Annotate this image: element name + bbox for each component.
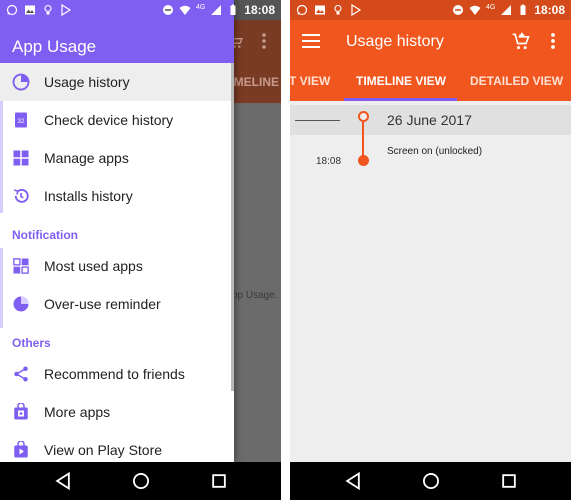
drawer-title: App Usage xyxy=(12,37,97,56)
recents-icon[interactable] xyxy=(209,471,229,491)
right-phone-screen: 4G 18:08 Usage history T VIEW TIMELINE V… xyxy=(290,0,571,500)
drawer-item-more-apps[interactable]: More apps xyxy=(0,393,231,431)
lightbulb-icon xyxy=(334,4,342,15)
app-notification-icon xyxy=(61,4,72,16)
drawer-item-usage-history[interactable]: Usage history xyxy=(0,63,231,101)
drawer-item-label: Manage apps xyxy=(44,150,129,166)
section-header-others: Others xyxy=(12,336,51,350)
share-icon xyxy=(14,366,28,382)
drawer-scrollbar[interactable] xyxy=(231,63,234,391)
event-label[interactable]: Screen on (unlocked) xyxy=(387,146,482,157)
more-vertical-icon xyxy=(262,33,266,49)
battery-icon xyxy=(230,4,236,15)
drawer-item-label: Installs history xyxy=(44,188,133,204)
drawer-item-label: Recommend to friends xyxy=(44,366,185,382)
drawer-item-installs-history[interactable]: Installs history xyxy=(0,177,231,215)
section-header-notification: Notification xyxy=(12,228,78,242)
home-icon[interactable] xyxy=(421,471,441,491)
back-icon[interactable] xyxy=(53,471,73,491)
calendar-icon: 32 xyxy=(15,112,27,128)
timeline: 26 June 2017 18:08 Screen on (unlocked) xyxy=(290,101,571,462)
drawer-item-label: Check device history xyxy=(44,112,174,128)
drawer-item-manage-apps[interactable]: Manage apps xyxy=(0,139,231,177)
signal-icon xyxy=(501,5,512,15)
dashboard-icon xyxy=(13,258,29,274)
network-type: 4G xyxy=(195,4,206,11)
whatsapp-icon xyxy=(6,4,18,16)
tab-summary-view[interactable]: T VIEW xyxy=(290,74,330,88)
timeline-date-row: 26 June 2017 xyxy=(290,105,571,135)
drawer-item-recommend-to-friends[interactable]: Recommend to friends xyxy=(0,355,231,393)
wifi-icon xyxy=(179,5,191,15)
do-not-disturb-icon xyxy=(162,5,173,15)
home-icon[interactable] xyxy=(131,471,151,491)
status-time: 18:08 xyxy=(534,3,565,17)
tab-timeline-view[interactable]: TIMELINE VIEW xyxy=(356,74,446,88)
event-time: 18:08 xyxy=(316,156,342,167)
network-type: 4G xyxy=(485,4,496,11)
view-tabs: T VIEW TIMELINE VIEW DETAILED VIEW xyxy=(290,63,571,101)
app-notification-icon xyxy=(351,4,362,16)
image-icon xyxy=(25,5,35,15)
app-bar: Usage history xyxy=(290,20,571,63)
drawer-item-label: Over-use reminder xyxy=(44,296,161,312)
add-to-cart-icon[interactable] xyxy=(511,31,531,51)
status-bar: 4G 18:08 xyxy=(290,0,571,20)
timeline-event-node xyxy=(358,155,369,166)
drawer-item-most-used-apps[interactable]: Most used apps xyxy=(0,247,231,285)
signal-icon xyxy=(211,5,222,15)
hamburger-menu-icon[interactable] xyxy=(302,32,322,50)
status-time: 18:08 xyxy=(244,3,275,17)
history-icon xyxy=(13,188,29,203)
tab-detailed-view[interactable]: DETAILED VIEW xyxy=(470,74,563,88)
wifi-icon xyxy=(469,5,481,15)
timeline-connector xyxy=(362,122,364,158)
pie-chart-icon xyxy=(13,296,29,312)
drawer-item-check-device-history[interactable]: 32 Check device history xyxy=(0,101,231,139)
timeline-start-node xyxy=(358,111,369,122)
calendar-day: 32 xyxy=(18,119,25,125)
recents-icon[interactable] xyxy=(499,471,519,491)
status-bar: 4G 18:08 xyxy=(0,0,281,20)
navigation-drawer[interactable]: App Usage Usage history 32 Check device … xyxy=(0,0,234,462)
grid-icon xyxy=(13,150,29,166)
background-text: pp Usage. xyxy=(232,290,278,301)
drawer-item-label: View on Play Store xyxy=(44,442,163,458)
timeline-date: 26 June 2017 xyxy=(387,112,472,128)
play-store-icon xyxy=(14,441,28,458)
app-store-icon xyxy=(14,403,28,420)
system-nav-bar xyxy=(290,462,571,500)
whatsapp-icon xyxy=(296,4,308,16)
back-icon[interactable] xyxy=(343,471,363,491)
page-title: Usage history xyxy=(346,33,444,50)
drawer-item-label: More apps xyxy=(44,404,111,420)
image-icon xyxy=(315,5,325,15)
pie-chart-icon xyxy=(12,73,30,91)
lightbulb-icon xyxy=(44,4,52,15)
drawer-item-label: Most used apps xyxy=(44,258,143,274)
drawer-item-over-use-reminder[interactable]: Over-use reminder xyxy=(0,285,231,323)
do-not-disturb-icon xyxy=(452,5,463,15)
system-nav-bar xyxy=(0,462,281,500)
left-phone-screen: TIMELINE pp Usage. App Usage Usage histo… xyxy=(0,0,281,500)
battery-icon xyxy=(520,4,526,15)
more-vertical-icon[interactable] xyxy=(548,31,558,51)
date-divider xyxy=(295,120,340,121)
drawer-item-label: Usage history xyxy=(44,74,130,90)
